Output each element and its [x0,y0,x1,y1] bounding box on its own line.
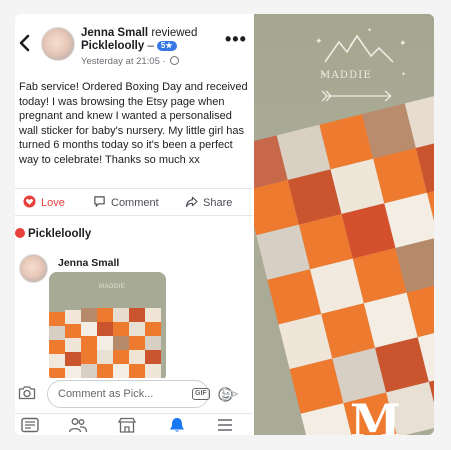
marketplace-icon[interactable] [117,417,137,433]
mountain-sticker-icon: ✦ ✦ ✦ ✦ ✦ [315,27,407,102]
send-icon[interactable] [221,386,239,402]
review-body-text: Fab service! Ordered Boxing Day and rece… [19,81,248,166]
notifications-icon[interactable] [167,417,187,433]
share-icon [185,196,198,208]
nursery-photo: ✦ ✦ ✦ ✦ ✦ MADDIE M [254,14,434,435]
reviewed-page-name[interactable]: Pickleloolly [81,40,144,52]
menu-icon[interactable] [215,417,235,433]
svg-text:✦: ✦ [367,27,372,34]
reply-avatar[interactable] [19,254,48,283]
share-label: Share [203,197,233,209]
news-feed-icon[interactable] [20,417,40,433]
reaction-page-name[interactable]: Pickleloolly [28,228,91,240]
camera-icon[interactable] [18,385,36,400]
svg-text:✦: ✦ [401,71,406,78]
love-label: Love [41,197,65,209]
comment-placeholder: Comment as Pick... [58,388,154,400]
share-button[interactable]: Share [185,195,232,209]
quilt-monogram: M [350,394,401,435]
globe-icon [170,56,180,65]
comment-bar: Comment as Pick... GIF [15,378,253,410]
comment-button[interactable]: Comment [93,195,159,209]
bottom-tab-bar [15,413,253,435]
wall-sticker-name: MADDIE [320,70,372,81]
review-header-text: Jenna Small reviewed Pickleloolly –5★ Ye… [81,27,198,67]
reply-author-name[interactable]: Jenna Small [58,257,119,269]
svg-text:✦: ✦ [399,38,407,48]
review-timestamp[interactable]: Yesterday at 21:05 [81,56,160,67]
love-icon [23,195,36,208]
back-chevron-icon[interactable] [18,34,32,52]
groups-icon[interactable] [68,417,88,433]
post-action-bar: Love Comment Share [15,188,253,216]
reply-photo-sticker-text: MADDIE [99,284,126,290]
review-action-text: reviewed [151,27,198,39]
rating-badge: 5★ [156,41,177,51]
more-options-icon[interactable]: ••• [225,30,247,48]
svg-text:✦: ✦ [315,36,323,46]
reply-photo-wall [49,272,166,312]
review-header: Jenna Small reviewed Pickleloolly –5★ Ye… [15,14,253,74]
comment-icon [94,196,105,207]
reply-photo[interactable]: MADDIE [49,272,166,382]
reviewer-avatar[interactable] [41,27,75,61]
patchwork-quilt [254,90,434,435]
reaction-page-line: Pickleloolly [15,228,91,240]
comment-input[interactable]: Comment as Pick... GIF [47,380,233,408]
gif-button[interactable]: GIF [192,388,210,400]
reviewer-name[interactable]: Jenna Small [81,27,148,39]
reply-photo-quilt [49,308,166,382]
facebook-review-screenshot: Jenna Small reviewed Pickleloolly –5★ Ye… [15,14,253,435]
heart-icon [15,228,25,238]
love-button[interactable]: Love [23,195,65,209]
composite-image: Jenna Small reviewed Pickleloolly –5★ Ye… [15,14,434,435]
comment-label: Comment [111,197,159,209]
